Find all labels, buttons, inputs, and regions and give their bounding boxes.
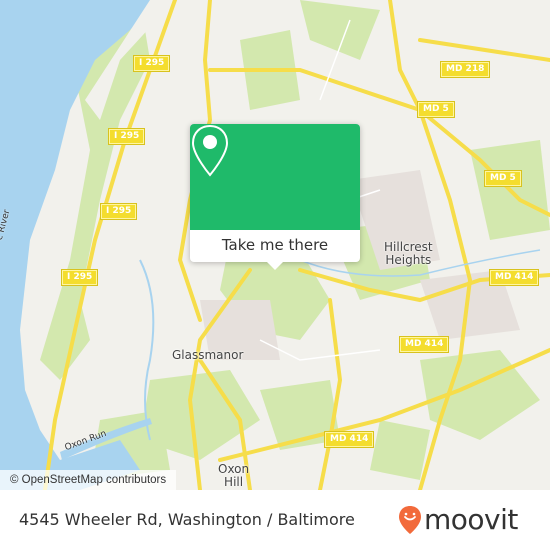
highway-shield: MD 218: [439, 61, 491, 78]
footer: 4545 Wheeler Rd, Washington / Baltimore …: [0, 490, 550, 550]
highway-shield: MD 5: [484, 170, 522, 187]
moovit-logo[interactable]: moovit: [398, 503, 518, 536]
logo-text: moovit: [424, 503, 518, 536]
highway-shield: MD 5: [417, 101, 455, 118]
highway-shield: MD 414: [488, 269, 540, 286]
take-me-there-button[interactable]: Take me there: [190, 230, 360, 262]
highway-shield: I 295: [60, 269, 99, 286]
highway-shield: MD 414: [323, 431, 375, 448]
address-text: 4545 Wheeler Rd, Washington / Baltimore: [19, 510, 355, 529]
map[interactable]: I 295 I 295 I 295 I 295 MD 218 MD 5 MD 5…: [0, 0, 550, 490]
highway-shield: I 295: [107, 128, 146, 145]
place-label: Glassmanor: [172, 348, 244, 362]
moovit-pin-icon: [399, 505, 421, 534]
map-pin-icon: [191, 124, 229, 177]
destination-popup: Take me there: [190, 124, 360, 270]
place-label: Hillcrest Heights: [384, 240, 433, 267]
highway-shield: I 295: [99, 203, 138, 220]
highway-shield: I 295: [132, 55, 171, 72]
map-attribution[interactable]: © OpenStreetMap contributors: [0, 470, 177, 490]
highway-shield: MD 414: [398, 336, 450, 353]
popup-header: [190, 124, 360, 230]
popup-pointer: [266, 261, 284, 270]
place-label: Oxon Hill: [218, 462, 250, 489]
